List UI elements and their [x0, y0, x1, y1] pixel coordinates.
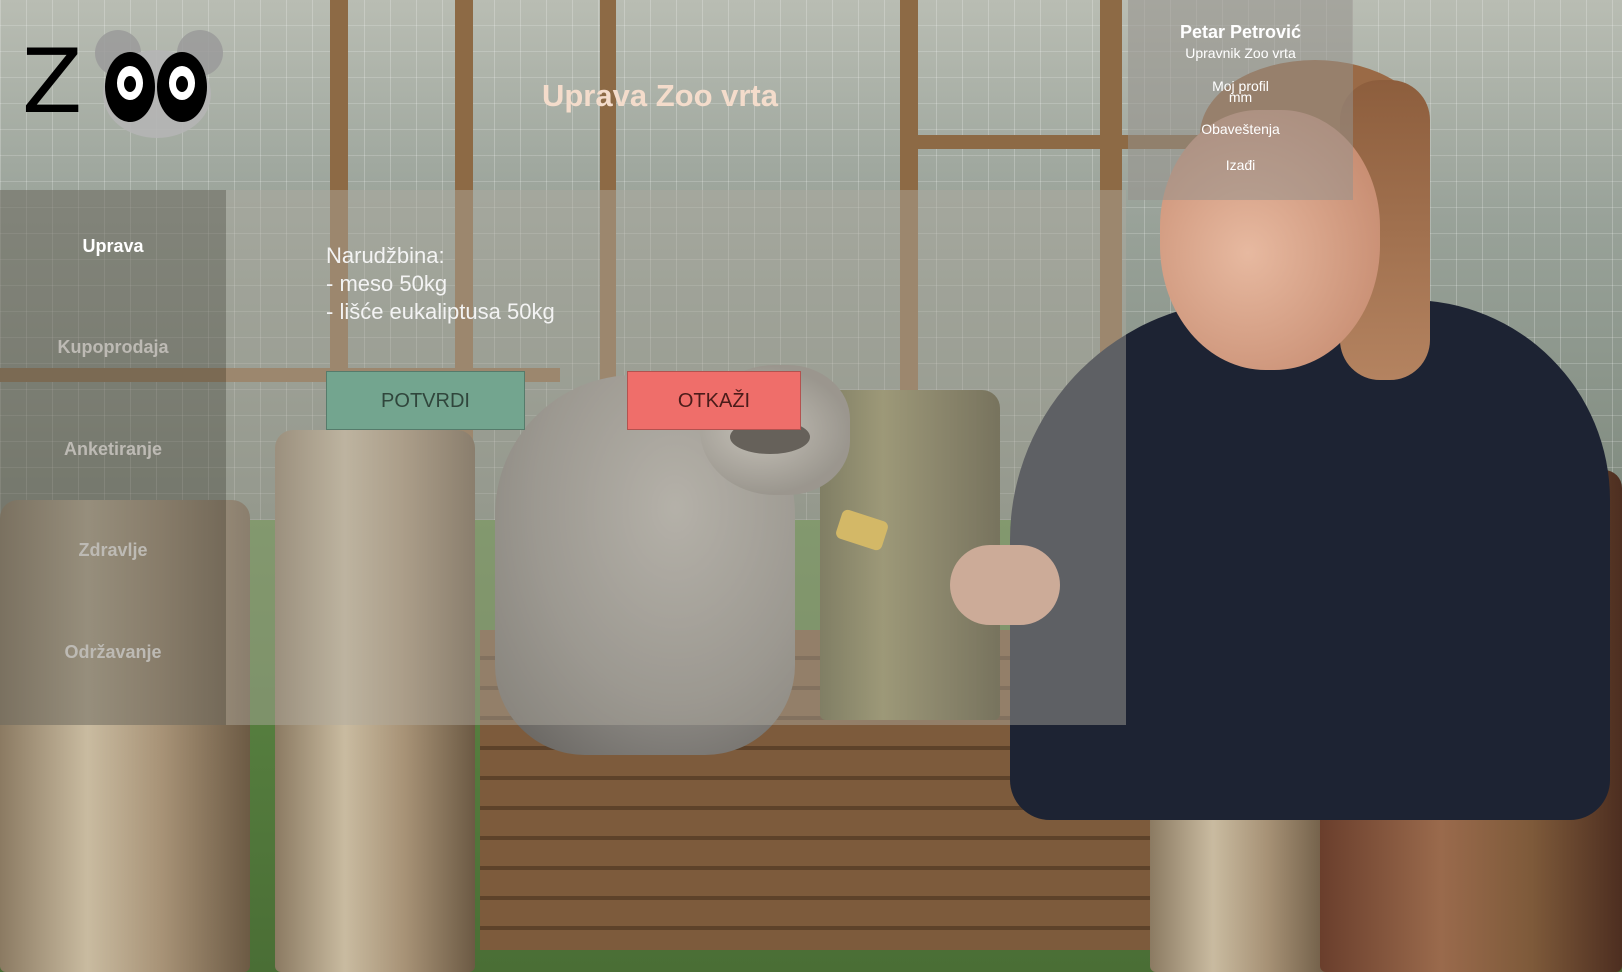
nav-item-zdravlje[interactable]: Zdravlje [0, 540, 226, 561]
logout-link[interactable]: Izađi [1128, 157, 1353, 173]
page-title: Uprava Zoo vrta [541, 78, 778, 113]
order-details: Narudžbina: - meso 50kg - lišće eukalipt… [326, 242, 555, 326]
nav-item-uprava[interactable]: Uprava [0, 236, 226, 257]
nav-item-kupoprodaja[interactable]: Kupoprodaja [0, 337, 226, 358]
logo-letter: Z [22, 30, 83, 133]
user-role: Upravnik Zoo vrta [1185, 45, 1296, 61]
notifications-link[interactable]: Obaveštenja [1128, 121, 1353, 137]
profile-link-text: Moj profil mm [1212, 78, 1269, 105]
order-line: - meso 50kg [326, 271, 448, 296]
nav-item-anketiranje[interactable]: Anketiranje [0, 439, 226, 460]
order-title: Narudžbina: [326, 243, 445, 268]
cancel-button[interactable]: OTKAŽI [627, 371, 801, 430]
zoo-logo[interactable]: Z [22, 28, 223, 143]
main-content: Narudžbina: - meso 50kg - lišće eukalipt… [226, 190, 1126, 725]
user-name: Petar Petrović [1179, 22, 1302, 42]
order-line: - lišće eukaliptusa 50kg [326, 299, 555, 324]
my-profile-link[interactable]: Moj profil mm [1128, 78, 1353, 105]
sidebar-nav: Uprava Kupoprodaja Anketiranje Zdravlje … [0, 190, 226, 725]
nav-item-odrzavanje[interactable]: Održavanje [0, 642, 226, 663]
panda-icon [85, 28, 225, 143]
user-panel: Petar Petrović Upravnik Zoo vrta Moj pro… [1128, 0, 1353, 200]
confirm-button[interactable]: POTVRDI [326, 371, 525, 430]
